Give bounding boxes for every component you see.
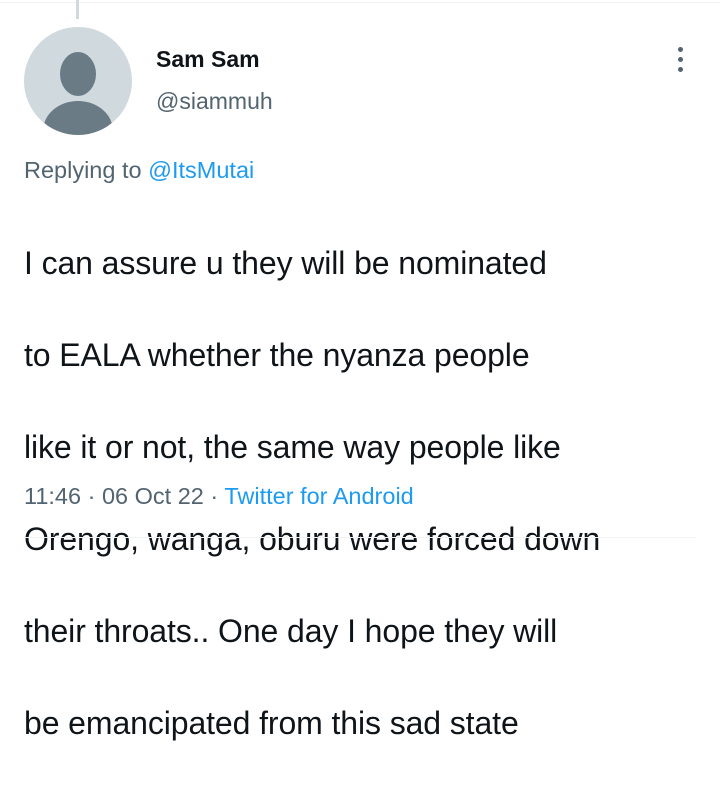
tweet-metadata: 11:46 · 06 Oct 22 · Twitter for Android [24,483,414,510]
tweet-text-line: I can assure u they will be nominated [24,245,547,281]
meta-separator: · [210,483,219,509]
more-vertical-icon [677,46,683,52]
more-vertical-icon-dot [677,56,683,62]
tweet-source-link[interactable]: Twitter for Android [224,483,413,509]
avatar[interactable] [24,27,132,135]
top-divider [0,2,720,3]
more-options-button[interactable] [670,43,690,75]
bottom-divider [24,537,696,538]
replying-to-line: Replying to @ItsMutai [24,157,254,184]
tweet-text-line: their throats.. One day I hope they will [24,613,558,649]
meta-separator: · [87,483,96,509]
default-avatar-icon [60,52,96,96]
thread-connector-line [76,0,79,19]
display-name[interactable]: Sam Sam [156,46,260,73]
more-vertical-icon-dot [677,66,683,72]
tweet-text-line: be emancipated from this sad state [24,705,519,741]
avatar-shoulders [43,101,113,135]
tweet-time[interactable]: 11:46 [24,483,81,509]
tweet-text-line: like it or not, the same way people like [24,429,561,465]
replying-prefix: Replying to [24,157,142,183]
tweet-text-line: Orengo, wanga, oburu were forced down [24,521,601,557]
replying-to-link[interactable]: @ItsMutai [148,157,254,183]
tweet-date[interactable]: 06 Oct 22 [102,483,204,509]
user-handle[interactable]: @siammuh [156,88,273,115]
tweet-text-line: to EALA whether the nyanza people [24,337,530,373]
